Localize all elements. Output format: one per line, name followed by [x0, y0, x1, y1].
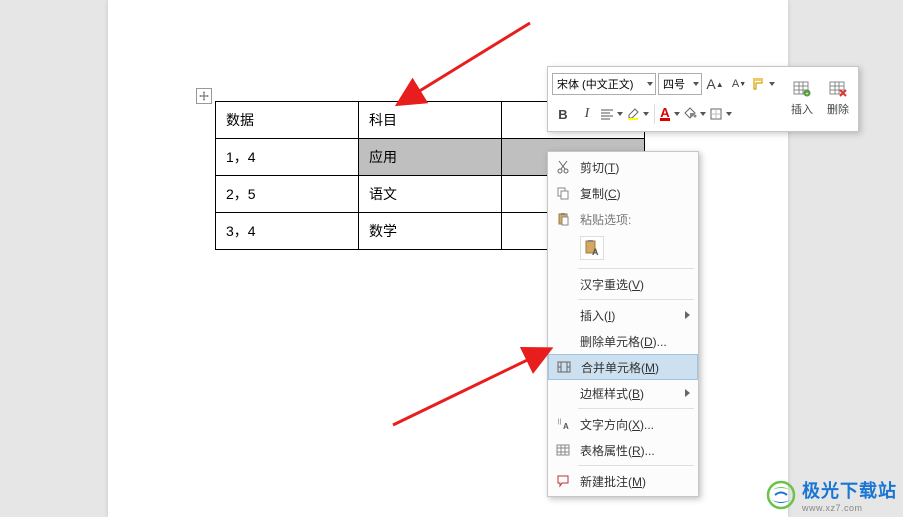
context-menu: 剪切(T) 复制(C) 粘贴选项: A 汉字重选(V) 插入(I) 删除单元格(… [547, 151, 699, 497]
menu-new-comment[interactable]: 新建批注(M) [548, 468, 698, 494]
table-cell[interactable]: 科目 [359, 102, 502, 139]
svg-text:+: + [805, 92, 809, 98]
menu-label: 汉字重选(V) [580, 276, 690, 293]
watermark: 极光下载站 www.xz7.com [766, 477, 897, 513]
menu-label: 剪切(T) [580, 159, 690, 176]
menu-border-style[interactable]: 边框样式(B) [548, 380, 698, 406]
menu-label: 复制(C) [580, 185, 690, 202]
chevron-down-icon [693, 82, 699, 86]
watermark-url: www.xz7.com [802, 503, 897, 513]
chevron-down-icon [647, 82, 653, 86]
blank-icon [552, 331, 574, 351]
paste-options-row: A [548, 232, 698, 266]
menu-table-properties[interactable]: 表格属性(R)... [548, 437, 698, 463]
merge-cells-icon [553, 357, 575, 377]
shading-button[interactable] [683, 103, 707, 125]
menu-separator [578, 408, 694, 409]
insert-button[interactable]: + 插入 [786, 75, 818, 121]
table-cell[interactable]: 语文 [359, 176, 502, 213]
svg-text:||: || [558, 419, 562, 425]
font-size-value: 四号 [663, 76, 685, 92]
menu-label: 粘贴选项: [580, 211, 690, 228]
menu-copy[interactable]: 复制(C) [548, 180, 698, 206]
menu-separator [578, 465, 694, 466]
table-properties-icon [552, 440, 574, 460]
font-color-button[interactable]: A [659, 103, 681, 125]
toolbar-separator [654, 104, 655, 124]
paste-keep-text-button[interactable]: A [580, 236, 604, 260]
blank-icon [552, 305, 574, 325]
table-cell[interactable]: 3，4 [216, 213, 359, 250]
menu-label: 插入(I) [580, 307, 685, 324]
paste-icon [552, 209, 574, 229]
bold-button[interactable]: B [552, 103, 574, 125]
menu-cut[interactable]: 剪切(T) [548, 154, 698, 180]
format-painter-button[interactable] [752, 73, 776, 95]
menu-label: 删除单元格(D)... [580, 333, 690, 350]
increase-font-button[interactable]: A▲ [704, 73, 726, 95]
menu-separator [578, 299, 694, 300]
align-button[interactable] [600, 103, 624, 125]
delete-button[interactable]: 删除 [822, 75, 854, 121]
menu-text-direction[interactable]: ||A 文字方向(X)... [548, 411, 698, 437]
blank-icon [552, 274, 574, 294]
text-direction-icon: ||A [552, 414, 574, 434]
comment-icon [552, 471, 574, 491]
borders-button[interactable] [709, 103, 733, 125]
chevron-down-icon [674, 112, 680, 116]
copy-icon [552, 183, 574, 203]
blank-icon [552, 383, 574, 403]
font-name-select[interactable]: 宋体 (中文正文) [552, 73, 656, 95]
table-cell[interactable]: 数据 [216, 102, 359, 139]
menu-separator [578, 268, 694, 269]
watermark-text: 极光下载站 [802, 477, 897, 503]
font-size-select[interactable]: 四号 [658, 73, 702, 95]
mini-toolbar: 宋体 (中文正文) 四号 A▲ A▼ B I A [547, 66, 859, 132]
menu-label: 表格属性(R)... [580, 442, 690, 459]
chevron-down-icon [769, 82, 775, 86]
delete-table-icon [828, 79, 848, 99]
decrease-font-button[interactable]: A▼ [728, 73, 750, 95]
chevron-down-icon [700, 112, 706, 116]
menu-hanzi-reselect[interactable]: 汉字重选(V) [548, 271, 698, 297]
insert-table-icon: + [792, 79, 812, 99]
submenu-arrow-icon [685, 389, 690, 397]
menu-label: 合并单元格(M) [581, 359, 689, 376]
menu-delete-cells[interactable]: 删除单元格(D)... [548, 328, 698, 354]
menu-label: 文字方向(X)... [580, 416, 690, 433]
menu-label: 边框样式(B) [580, 385, 685, 402]
table-cell[interactable]: 2，5 [216, 176, 359, 213]
menu-paste-header: 粘贴选项: [548, 206, 698, 232]
chevron-down-icon [726, 112, 732, 116]
svg-text:A: A [563, 422, 569, 431]
table-cell[interactable]: 1，4 [216, 139, 359, 176]
chevron-down-icon [643, 112, 649, 116]
menu-label: 新建批注(M) [580, 473, 690, 490]
menu-insert[interactable]: 插入(I) [548, 302, 698, 328]
font-name-value: 宋体 (中文正文) [557, 76, 633, 92]
watermark-logo-icon [766, 480, 796, 510]
italic-button[interactable]: I [576, 103, 598, 125]
cut-icon [552, 157, 574, 177]
svg-text:A: A [592, 247, 599, 256]
highlight-button[interactable] [626, 103, 650, 125]
table-cell[interactable]: 数学 [359, 213, 502, 250]
menu-merge-cells[interactable]: 合并单元格(M) [548, 354, 698, 380]
submenu-arrow-icon [685, 311, 690, 319]
chevron-down-icon [617, 112, 623, 116]
table-move-handle[interactable] [196, 88, 212, 104]
table-cell[interactable]: 应用 [359, 139, 502, 176]
